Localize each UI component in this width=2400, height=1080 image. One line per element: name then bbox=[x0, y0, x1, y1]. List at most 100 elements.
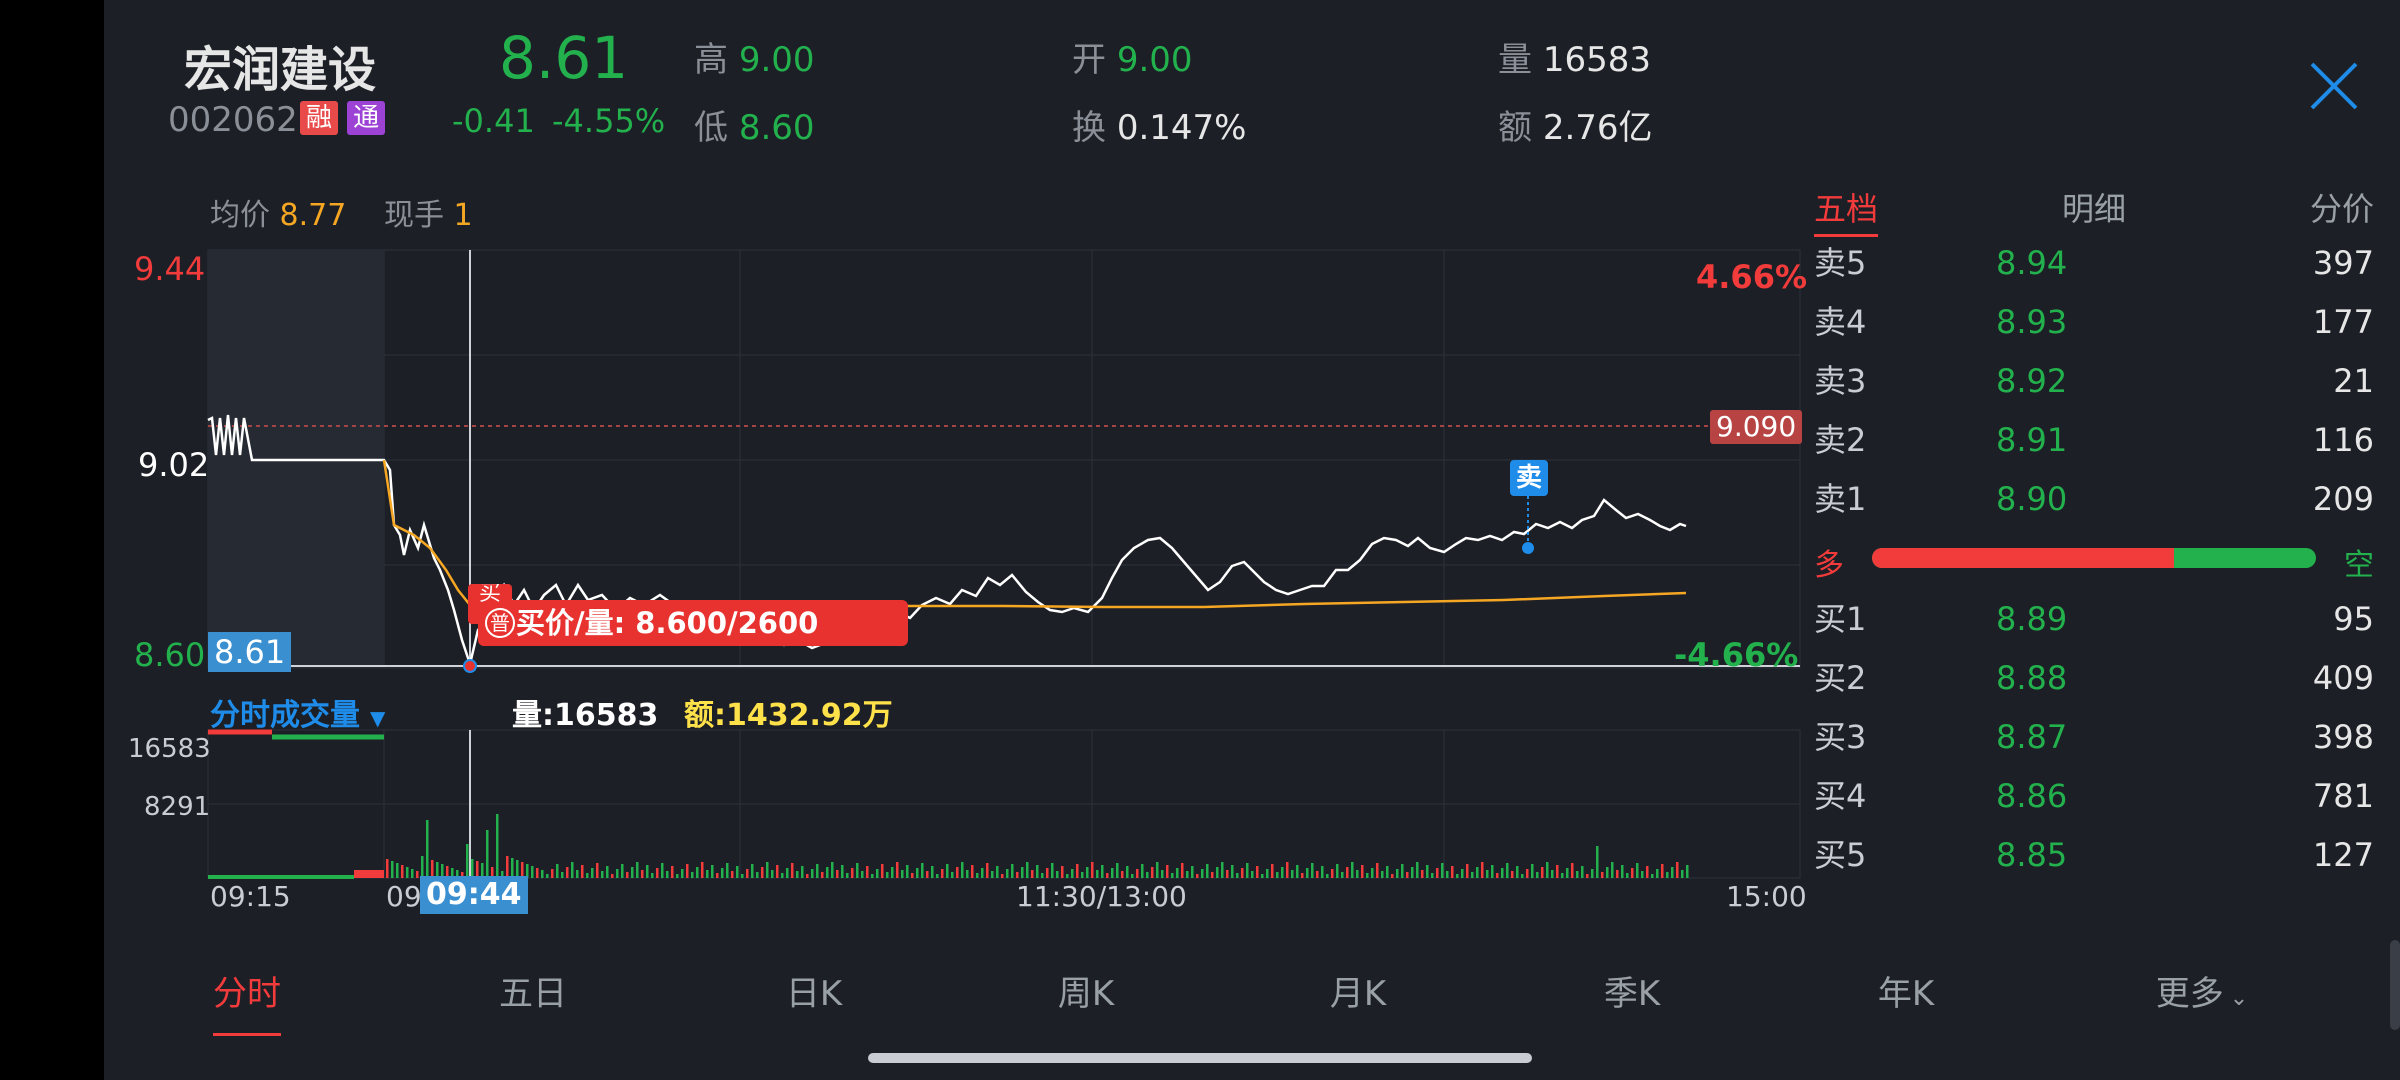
volume-bar bbox=[966, 870, 969, 878]
volume-bar bbox=[1636, 863, 1639, 878]
volume-bar bbox=[756, 872, 759, 878]
volume-bar bbox=[1521, 874, 1524, 878]
chart-grid bbox=[207, 249, 1801, 879]
volume-bar bbox=[1071, 869, 1074, 878]
volume-bar bbox=[976, 873, 979, 878]
volume-bar bbox=[796, 871, 799, 878]
volume-bar bbox=[1346, 867, 1349, 878]
volume-bar bbox=[1476, 867, 1479, 878]
volume-bar bbox=[706, 870, 709, 878]
volume-bar bbox=[1546, 862, 1549, 878]
tab-five-levels[interactable]: 五档 bbox=[1814, 184, 1879, 237]
volume-bar bbox=[1306, 868, 1309, 878]
tab-intraday[interactable]: 分时 bbox=[213, 966, 281, 1036]
volume-bar bbox=[931, 866, 934, 878]
volume-bar bbox=[1561, 873, 1564, 878]
volume-indicator-selector[interactable]: 分时成交量 ▼ bbox=[210, 690, 385, 734]
volume-bar bbox=[1241, 868, 1244, 878]
volume-bar bbox=[426, 820, 429, 878]
volume-bar bbox=[1366, 873, 1369, 878]
volume-bar bbox=[1401, 864, 1404, 878]
volume-bar bbox=[396, 863, 399, 878]
tab-detail[interactable]: 明细 bbox=[2062, 184, 2126, 230]
volume-bar bbox=[606, 866, 609, 878]
buy-marker-label: 买 bbox=[478, 584, 501, 604]
volume-bar bbox=[681, 869, 684, 878]
volume-bar bbox=[1011, 864, 1014, 878]
volume-bar bbox=[1446, 871, 1449, 878]
volume-bar bbox=[761, 867, 764, 878]
volume-bar bbox=[581, 865, 584, 878]
volume-panel-vol: 量:16583 bbox=[512, 698, 659, 733]
volume-bar bbox=[1596, 846, 1599, 878]
volume-bar bbox=[1556, 865, 1559, 878]
home-indicator[interactable] bbox=[868, 1053, 1532, 1063]
volume-bar bbox=[1201, 869, 1204, 878]
volume-bar bbox=[1566, 868, 1569, 878]
volume-bar bbox=[1471, 872, 1474, 878]
volume-bar bbox=[856, 863, 859, 878]
volume-bar bbox=[936, 874, 939, 878]
tab-yearly-k[interactable]: 年K bbox=[1878, 966, 1934, 1015]
volume-bar bbox=[1361, 865, 1364, 878]
volume-bar bbox=[1286, 862, 1289, 878]
volume-bar bbox=[1531, 864, 1534, 878]
intraday-chart[interactable] bbox=[104, 0, 1804, 960]
tab-price-distribution[interactable]: 分价 bbox=[2310, 184, 2374, 230]
volume-bar bbox=[626, 872, 629, 878]
edge-handle[interactable] bbox=[2390, 940, 2400, 1030]
volume-bar bbox=[671, 866, 674, 878]
volume-bar bbox=[816, 864, 819, 878]
sell-marker-label: 卖 bbox=[1515, 463, 1542, 493]
tab-more[interactable]: 更多 ⌄ bbox=[2156, 966, 2248, 1015]
volume-bar bbox=[1196, 874, 1199, 878]
volume-bar bbox=[666, 871, 669, 878]
volume-bar bbox=[1151, 867, 1154, 878]
volume-bar bbox=[1026, 862, 1029, 878]
volume-bar bbox=[1236, 873, 1239, 878]
close-icon bbox=[2310, 62, 2358, 110]
volume-bar bbox=[631, 867, 634, 878]
volume-bar bbox=[1336, 864, 1339, 878]
volume-bar bbox=[1216, 867, 1219, 878]
volume-bar bbox=[1391, 874, 1394, 878]
volume-bar bbox=[986, 863, 989, 878]
stock-detail-screen: 宏润建设 002062 融 通 8.61 -0.41 -4.55% 高 9.00… bbox=[104, 0, 2400, 1080]
tooltip-tag: 普 bbox=[490, 611, 510, 635]
ask-row: 卖5 8.94 397 bbox=[1814, 244, 2374, 282]
volume-bar bbox=[926, 871, 929, 878]
volume-bar bbox=[696, 867, 699, 878]
volume-bar bbox=[1681, 870, 1684, 878]
order-book: 五档 明细 分价 卖5 8.94 397 卖4 8.93 177 卖3 8.92 21 卖2… bbox=[1814, 184, 2374, 874]
volume-bar bbox=[746, 869, 749, 878]
chevron-down-icon: ⌄ bbox=[2229, 986, 2249, 1011]
tab-five-day[interactable]: 五日 bbox=[499, 966, 567, 1015]
volume-bar bbox=[1441, 863, 1444, 878]
volume-bar bbox=[741, 874, 744, 878]
tab-monthly-k[interactable]: 月K bbox=[1330, 966, 1386, 1015]
volume-bar bbox=[1481, 862, 1484, 878]
volume-bar bbox=[1586, 874, 1589, 878]
volume-bar bbox=[1191, 866, 1194, 878]
tab-quarterly-k[interactable]: 季K bbox=[1604, 966, 1660, 1015]
volume-bar bbox=[1266, 869, 1269, 878]
close-button[interactable] bbox=[2308, 60, 2360, 112]
volume-bar bbox=[636, 862, 639, 878]
volume-bar bbox=[596, 863, 599, 878]
volume-bar bbox=[1101, 865, 1104, 878]
tab-daily-k[interactable]: 日K bbox=[786, 966, 842, 1015]
volume-bar bbox=[1321, 866, 1324, 878]
volume-bar bbox=[1111, 868, 1114, 878]
volume-bar bbox=[876, 869, 879, 878]
volume-bar bbox=[1051, 863, 1054, 878]
volume-bar bbox=[1166, 865, 1169, 878]
volume-bar bbox=[1116, 863, 1119, 878]
volume-bar bbox=[571, 862, 574, 878]
volume-bar bbox=[1626, 873, 1629, 878]
tab-weekly-k[interactable]: 周K bbox=[1058, 966, 1114, 1015]
volume-bar bbox=[576, 870, 579, 878]
volume-bar bbox=[826, 867, 829, 878]
volume-bar bbox=[411, 869, 414, 878]
volume-bar bbox=[1291, 870, 1294, 878]
volume-bar bbox=[391, 861, 394, 878]
